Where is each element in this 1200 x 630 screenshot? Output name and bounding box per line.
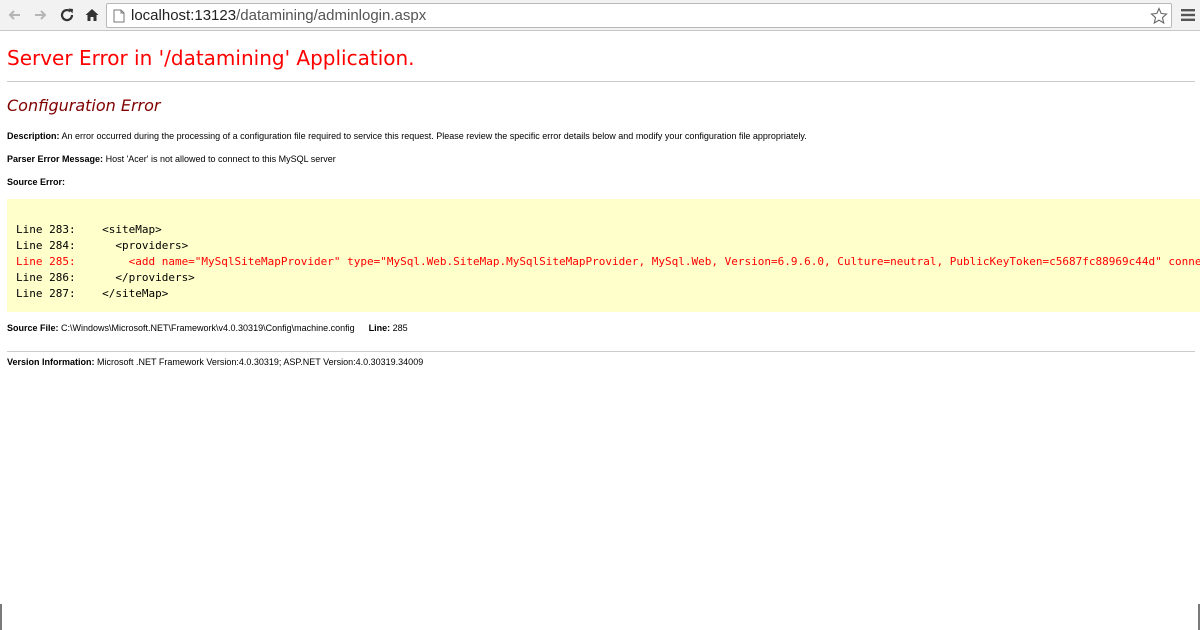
star-icon xyxy=(1150,7,1168,25)
description-text: An error occurred during the processing … xyxy=(59,131,807,141)
bookmark-button[interactable] xyxy=(1149,6,1169,26)
source-file-label: Source File: xyxy=(7,323,59,333)
page-title: Server Error in '/datamining' Applicatio… xyxy=(7,46,415,70)
description: Description: An error occurred during th… xyxy=(7,131,807,141)
arrow-left-icon xyxy=(8,10,20,20)
code-line: Line 283: <siteMap> xyxy=(16,223,162,236)
forward-button[interactable] xyxy=(29,4,51,26)
divider-top xyxy=(7,81,1195,82)
code-line: Line 287: </siteMap> xyxy=(16,287,169,300)
line-value: 285 xyxy=(390,323,408,333)
section-title: Configuration Error xyxy=(7,96,161,115)
url-text: localhost:13123/datamining/adminlogin.as… xyxy=(131,7,426,24)
parser-error: Parser Error Message: Host 'Acer' is not… xyxy=(7,154,336,164)
version-text: Microsoft .NET Framework Version:4.0.303… xyxy=(94,357,424,367)
source-file: Source File: C:\Windows\Microsoft.NET\Fr… xyxy=(7,323,408,333)
menu-button[interactable] xyxy=(1180,7,1196,23)
url-path: /datamining/adminlogin.aspx xyxy=(236,7,427,24)
browser-toolbar: localhost:13123/datamining/adminlogin.as… xyxy=(0,0,1200,31)
source-error-heading: Source Error: xyxy=(7,177,65,187)
window-bottom-edge xyxy=(0,600,1200,630)
home-button[interactable] xyxy=(81,4,103,26)
page-icon xyxy=(113,9,125,23)
menu-icon xyxy=(1181,9,1195,21)
code-line: Line 284: <providers> xyxy=(16,239,189,252)
arrow-right-icon xyxy=(35,10,47,20)
version-label: Version Information: xyxy=(7,357,95,367)
address-bar[interactable]: localhost:13123/datamining/adminlogin.as… xyxy=(106,3,1172,28)
reload-icon xyxy=(60,8,74,22)
version-info: Version Information: Microsoft .NET Fram… xyxy=(7,357,423,367)
reload-button[interactable] xyxy=(56,4,78,26)
page-content: Server Error in '/datamining' Applicatio… xyxy=(0,32,1200,630)
window-edge-left xyxy=(0,604,2,630)
source-code-block: Line 283: <siteMap> Line 284: <providers… xyxy=(7,199,1200,312)
divider-bottom xyxy=(7,351,1195,352)
url-host: localhost:13123 xyxy=(131,7,237,24)
code-line: Line 286: </providers> xyxy=(16,271,195,284)
line-label: Line: xyxy=(368,323,391,333)
description-label: Description: xyxy=(7,131,60,141)
parser-label: Parser Error Message: xyxy=(7,154,104,164)
parser-text: Host 'Acer' is not allowed to connect to… xyxy=(103,154,336,164)
back-button[interactable] xyxy=(4,4,26,26)
home-icon xyxy=(85,9,99,21)
source-error-label: Source Error: xyxy=(7,177,66,187)
code-line-error: Line 285: <add name="MySqlSiteMapProvide… xyxy=(16,255,1200,268)
source-file-value: C:\Windows\Microsoft.NET\Framework\v4.0.… xyxy=(58,323,355,333)
